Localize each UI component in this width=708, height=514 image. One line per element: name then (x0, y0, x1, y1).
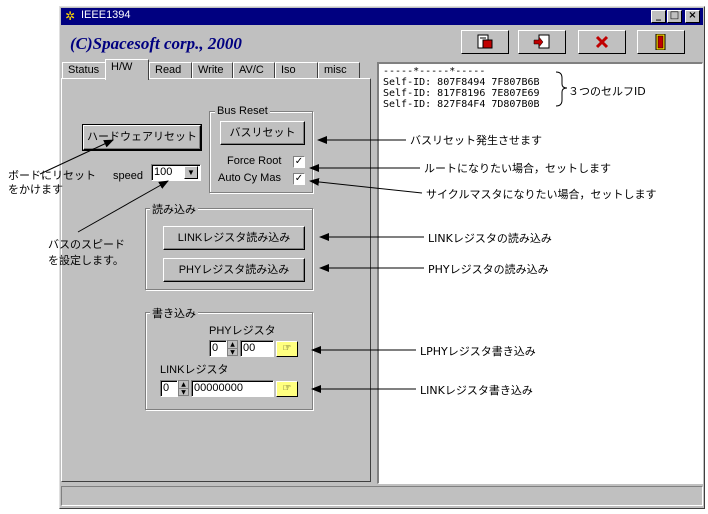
tab-misc[interactable]: misc (318, 62, 360, 79)
link-register-label: LINKレジスタ (160, 364, 229, 376)
exit-button[interactable] (637, 30, 685, 54)
annotation-phy-read: PHYレジスタの読み込み (428, 263, 549, 276)
import-icon (533, 34, 550, 49)
link-address-input[interactable]: 0 (160, 380, 178, 397)
tab-avc[interactable]: AV/C (233, 62, 275, 79)
bus-reset-group-label: Bus Reset (215, 105, 270, 117)
minimize-button[interactable]: _ (651, 10, 666, 23)
force-root-label: Force Root (227, 155, 282, 167)
log-lines: -----*-----*----- Self-ID: 807F8494 7F807… (383, 66, 540, 110)
phy-address-input[interactable]: 0 (209, 340, 227, 357)
maximize-button[interactable]: □ (667, 10, 682, 23)
tab-status[interactable]: Status (62, 62, 106, 79)
annotation-force-root: ルートになりたい場合，セットします (424, 162, 611, 175)
annotation-self-ids: ３つのセルフID (568, 85, 646, 98)
title-bar[interactable]: ✲ IEEE1394 _ □ × (61, 8, 703, 25)
phy-write-button[interactable]: ☞ (276, 341, 298, 357)
link-write-button[interactable]: ☞ (276, 381, 298, 397)
phy-address-spinner[interactable]: ▲ ▼ (227, 340, 238, 356)
log-line: Self-ID: 827F84F4 7D807B0B (383, 99, 540, 110)
tab-write[interactable]: Write (192, 62, 233, 79)
annotation-bus-reset: バスリセット発生させます (410, 134, 542, 147)
link-register-read-button[interactable]: LINKレジスタ読み込み (163, 226, 305, 250)
speed-label: speed (113, 170, 143, 182)
annotation-speed-line1: バスのスピード (48, 238, 125, 251)
link-value-input[interactable]: 00000000 (191, 380, 274, 397)
read-group-label: 読み込み (150, 201, 198, 217)
phy-value-input[interactable]: 00 (240, 340, 274, 357)
annotation-hard-reset-line2: をかけます (8, 183, 63, 196)
brand-title: (C)Spacesoft corp., 2000 (70, 34, 242, 53)
phy-register-read-button[interactable]: PHYレジスタ読み込み (163, 258, 305, 282)
status-bar (61, 486, 703, 506)
annotation-link-write: LINKレジスタ書き込み (420, 384, 533, 397)
log-line: -----*-----*----- (383, 66, 486, 77)
pointing-hand-icon: ☞ (282, 343, 292, 354)
tab-iso[interactable]: Iso (275, 62, 318, 79)
pointing-hand-icon: ☞ (282, 383, 292, 394)
delete-x-icon (595, 35, 609, 49)
tab-read[interactable]: Read (149, 62, 192, 79)
hardware-reset-button[interactable]: ハードウェアリセット (82, 124, 202, 151)
auto-cycle-master-checkbox[interactable]: ✓ (293, 173, 305, 185)
phy-register-label: PHYレジスタ (209, 325, 276, 337)
load-log-button[interactable] (518, 30, 566, 54)
close-button[interactable]: × (685, 10, 700, 23)
tab-hw[interactable]: H/W (105, 59, 149, 80)
save-icon (477, 34, 493, 49)
force-root-checkbox[interactable]: ✓ (293, 156, 305, 168)
annotation-auto-cycle-master: サイクルマスタになりたい場合，セットします (426, 188, 657, 201)
annotation-speed-line2: を設定します。 (48, 254, 124, 267)
annotation-link-read: LINKレジスタの読み込み (428, 232, 552, 245)
save-log-button[interactable] (461, 30, 509, 54)
chevron-down-icon[interactable]: ▼ (184, 166, 198, 179)
write-group-label: 書き込み (150, 305, 198, 321)
annotation-phy-write: LPHYレジスタ書き込み (420, 345, 536, 358)
bus-reset-button[interactable]: バスリセット (220, 121, 305, 145)
clear-log-button[interactable] (578, 30, 626, 54)
log-line: Self-ID: 807F8494 7F807B6B (383, 77, 540, 88)
exit-door-icon (655, 34, 666, 50)
link-address-spinner[interactable]: ▲ ▼ (178, 380, 189, 396)
window-title: IEEE1394 (81, 9, 131, 21)
auto-cycle-master-label: Auto Cy Mas (218, 172, 281, 184)
speed-select[interactable]: 100 ▼ (151, 164, 201, 181)
log-line: Self-ID: 817F8196 7E807E69 (383, 88, 540, 99)
app-gear-icon: ✲ (65, 9, 76, 23)
